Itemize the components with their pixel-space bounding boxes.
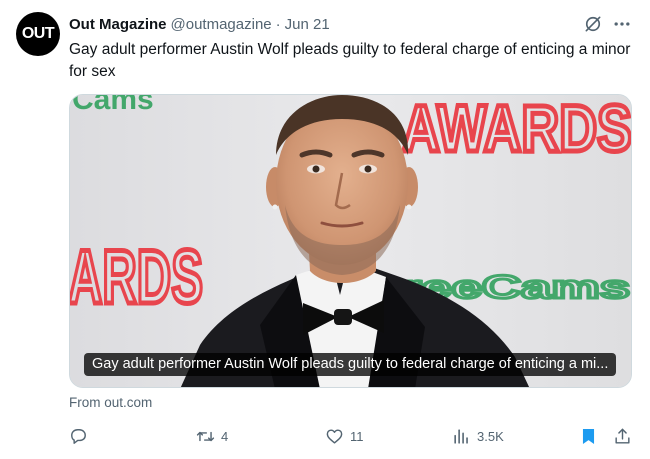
retweet-icon xyxy=(196,431,215,441)
card-caption: Gay adult performer Austin Wolf pleads g… xyxy=(84,353,617,376)
avatar[interactable]: OUT xyxy=(16,12,60,56)
backdrop-text-top-right: AWARDS xyxy=(402,95,632,165)
retweet-count: 4 xyxy=(221,428,229,444)
like-icon xyxy=(326,428,343,444)
card-photo: Cams AWARDS ARDS reeCams xyxy=(70,95,632,387)
like-button[interactable]: 11 xyxy=(325,425,364,447)
header-separator: · xyxy=(275,15,281,33)
grok-icon[interactable] xyxy=(583,14,603,34)
reply-button[interactable] xyxy=(69,425,94,447)
retweet-button[interactable]: 4 xyxy=(196,425,228,447)
author-name[interactable]: Out Magazine xyxy=(69,16,167,33)
share-button[interactable] xyxy=(613,425,632,447)
author-handle[interactable]: @outmagazine xyxy=(171,16,272,33)
like-count: 11 xyxy=(350,428,364,444)
bookmark-button[interactable] xyxy=(579,425,598,447)
more-icon[interactable] xyxy=(612,14,632,34)
share-icon xyxy=(615,428,630,444)
backdrop-text-top-left: Cams xyxy=(72,95,154,116)
avatar-logo-text: OUT xyxy=(21,25,55,42)
tweet[interactable]: OUT Out Magazine @outmagazine · Jun 21 G… xyxy=(0,0,650,459)
tweet-text: Gay adult performer Austin Wolf pleads g… xyxy=(69,41,631,80)
reply-icon xyxy=(71,428,86,444)
tweet-date[interactable]: Jun 21 xyxy=(285,16,330,33)
views-count: 3.5K xyxy=(477,428,504,444)
link-card[interactable]: Cams AWARDS ARDS reeCams Gay adult perfo… xyxy=(69,94,632,388)
card-source[interactable]: From out.com xyxy=(69,395,152,410)
action-bar: 4 11 3.5K xyxy=(69,425,634,449)
backdrop-text-middle-left: ARDS xyxy=(70,235,203,320)
bookmark-icon xyxy=(582,428,595,444)
views-icon xyxy=(454,428,468,444)
tweet-header: Out Magazine @outmagazine · Jun 21 xyxy=(69,14,330,34)
views-button[interactable]: 3.5K xyxy=(452,425,504,447)
